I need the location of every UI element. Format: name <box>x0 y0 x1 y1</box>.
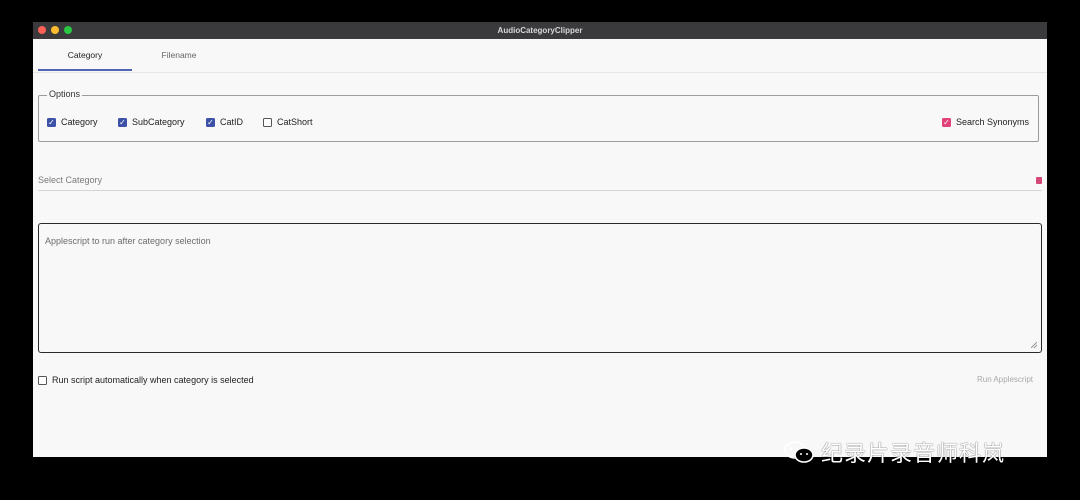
category-checkbox[interactable]: ✓ <box>47 117 56 127</box>
options-legend: Options <box>47 89 83 99</box>
catshort-checkbox[interactable] <box>263 117 272 127</box>
trash-icon[interactable] <box>1036 177 1042 184</box>
catid-checkbox-label: CatID <box>220 117 244 127</box>
search-synonyms-checkbox-row[interactable]: ✓ Search Synonyms <box>942 117 1029 127</box>
tab-filename[interactable]: Filename <box>132 39 226 71</box>
applescript-placeholder: Applescript to run after category select… <box>45 236 211 246</box>
title-bar: AudioCategoryClipper <box>33 22 1047 39</box>
category-checkbox-label: Category <box>61 117 98 127</box>
resize-handle-icon[interactable] <box>1031 342 1037 348</box>
subcategory-checkbox-label: SubCategory <box>132 117 185 127</box>
subcategory-checkbox[interactable]: ✓ <box>118 117 127 127</box>
select-category-field[interactable]: Select Category <box>38 173 1042 191</box>
watermark: 纪录片录音师科岚 <box>783 436 1005 468</box>
catshort-checkbox-row[interactable]: CatShort <box>263 117 313 127</box>
tab-bar: Category Filename <box>33 39 1047 73</box>
catid-checkbox[interactable]: ✓ <box>206 117 215 127</box>
auto-run-checkbox-row[interactable]: Run script automatically when category i… <box>38 375 254 385</box>
watermark-text: 纪录片录音师科岚 <box>821 442 1006 467</box>
options-group: Options ✓ Category ✓ SubCategory ✓ CatID… <box>38 89 1039 142</box>
app-window: AudioCategoryClipper Category Filename O… <box>33 22 1047 457</box>
tab-category[interactable]: Category <box>38 39 132 71</box>
category-checkbox-row[interactable]: ✓ Category <box>47 117 98 127</box>
auto-run-label: Run script automatically when category i… <box>52 375 254 385</box>
wechat-icon <box>784 441 814 463</box>
select-category-placeholder: Select Category <box>38 175 103 185</box>
auto-run-checkbox[interactable] <box>38 375 47 385</box>
catid-checkbox-row[interactable]: ✓ CatID <box>206 117 243 127</box>
catshort-checkbox-label: CatShort <box>277 117 313 127</box>
run-applescript-button[interactable]: Run Applescript <box>977 375 1033 384</box>
search-synonyms-label: Search Synonyms <box>956 117 1030 127</box>
window-title: AudioCategoryClipper <box>497 26 583 35</box>
search-synonyms-checkbox[interactable]: ✓ <box>942 117 951 127</box>
subcategory-checkbox-row[interactable]: ✓ SubCategory <box>118 117 185 127</box>
applescript-textarea[interactable]: Applescript to run after category select… <box>38 223 1042 353</box>
